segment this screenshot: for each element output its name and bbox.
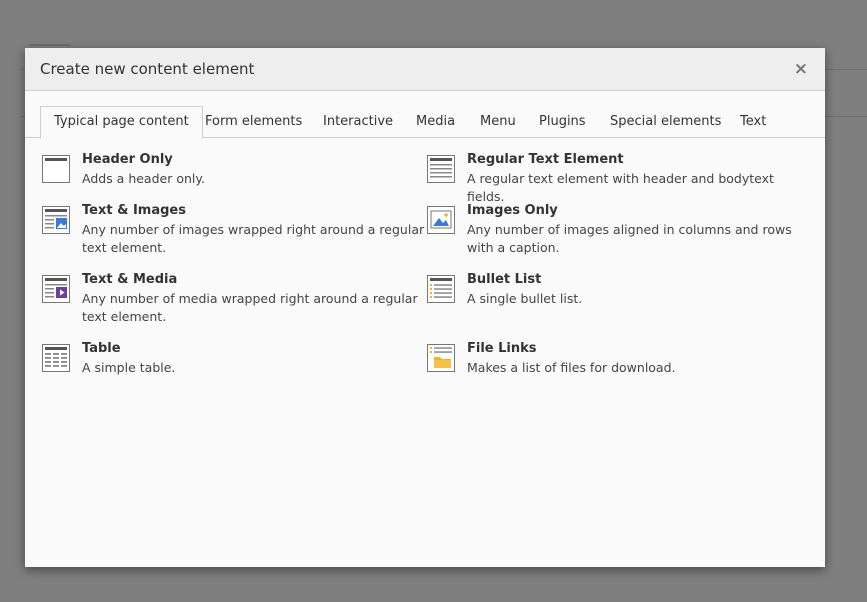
modal-header: Create new content element × [25,48,825,91]
content-element-wizard-modal: Create new content element × Typical pag… [25,48,825,567]
element-title: Images Only [467,203,558,218]
images-only-icon [427,206,455,234]
element-description: A regular text element with header and b… [467,171,774,204]
element-description: Any number of images aligned in columns … [467,222,792,255]
element-title: Table [82,341,121,356]
element-title: Regular Text Element [467,152,624,167]
element-description: A single bullet list. [467,291,583,306]
element-description: Any number of media wrapped right around… [82,291,418,324]
text-images-icon [42,206,70,234]
tab-interactive[interactable]: Interactive [310,107,406,137]
background-mark [30,44,70,46]
header-only-icon [42,155,70,183]
element-description: Any number of images wrapped right aroun… [82,222,425,255]
element-title: Text & Media [82,272,178,287]
tab-text[interactable]: Text [727,107,779,137]
element-title: File Links [467,341,537,356]
file-links-icon [427,344,455,372]
element-title: Text & Images [82,203,186,218]
tab-form-elements[interactable]: Form elements [192,107,315,137]
tab-menu[interactable]: Menu [467,107,529,137]
element-description: A simple table. [82,360,176,375]
close-button[interactable]: × [794,59,808,79]
element-description: Makes a list of files for download. [467,360,676,375]
table-icon [42,344,70,372]
element-title: Bullet List [467,272,542,287]
tab-bar: Typical page content Form elements Inter… [25,91,825,139]
tab-media[interactable]: Media [403,107,468,137]
regular-text-icon [427,155,455,183]
element-description: Adds a header only. [82,171,205,186]
tab-special-elements[interactable]: Special elements [597,107,734,137]
bullet-list-icon [427,275,455,303]
text-media-icon [42,275,70,303]
tab-plugins[interactable]: Plugins [526,107,599,137]
element-title: Header Only [82,152,173,167]
modal-title: Create new content element [40,60,255,78]
tab-typical-page-content[interactable]: Typical page content [40,106,203,139]
